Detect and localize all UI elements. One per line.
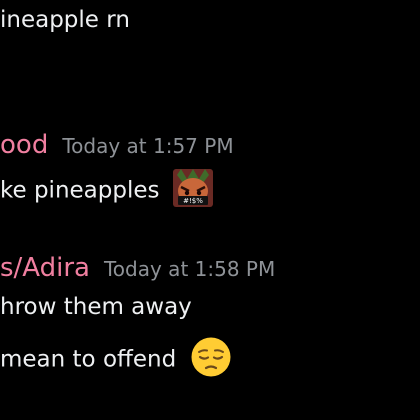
angry-pineapple-sticker[interactable]: #!$% (172, 169, 213, 207)
message-header: s/Adira Today at 1:58 PM (0, 253, 275, 284)
message-text: ke pineapples #!$% (0, 169, 213, 210)
message-text-content: hrow them away (0, 294, 192, 320)
message-text-content: ineapple rn (0, 7, 130, 33)
message-timestamp: Today at 1:57 PM (62, 134, 234, 158)
message-text-content: mean to offend (0, 346, 177, 373)
author-name[interactable]: ood (0, 130, 48, 160)
pensive-face-emoji (190, 336, 232, 378)
author-name[interactable]: s/Adira (0, 253, 90, 283)
pensive-face-icon (191, 337, 230, 377)
sticker-image-icon: #!$% (172, 169, 213, 207)
message-text: ineapple rn (0, 6, 130, 34)
message-header: ood Today at 1:57 PM (0, 130, 234, 161)
chat-message-list: ineapple rn ood Today at 1:57 PM ke pine… (0, 0, 420, 420)
message-timestamp: Today at 1:58 PM (103, 257, 276, 281)
message-text: mean to offend (0, 336, 232, 381)
message-text-content: ke pineapples (0, 177, 160, 204)
sticker-caption: #!$% (183, 197, 203, 205)
message-text: hrow them away (0, 293, 192, 321)
